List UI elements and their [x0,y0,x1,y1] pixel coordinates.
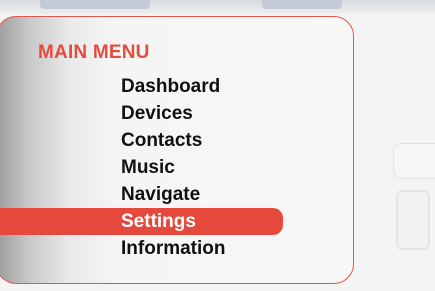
menu-item-label: Navigate [121,184,201,205]
menu-item-label: Music [121,157,175,178]
menu-item-navigate[interactable]: Navigate [0,181,300,208]
menu-title: MAIN MENU [38,42,150,63]
menu-item-music[interactable]: Music [0,154,300,181]
background-top-shape [40,0,150,9]
screen: MAIN MENU Dashboard Devices Contacts Mus… [0,0,435,291]
menu-item-label: Devices [121,103,193,124]
menu-item-contacts[interactable]: Contacts [0,127,300,154]
menu-item-devices[interactable]: Devices [0,100,300,127]
menu-item-label: Contacts [121,130,203,151]
menu-list: Dashboard Devices Contacts Music Navigat… [0,73,300,262]
menu-item-information[interactable]: Information [0,235,300,262]
background-top-bar [0,0,435,14]
menu-item-settings[interactable]: Settings [0,208,283,235]
phone-icon [396,190,430,250]
menu-item-label: Information [121,238,226,259]
menu-item-dashboard[interactable]: Dashboard [0,73,300,100]
background-top-shape [262,0,342,9]
menu-item-label: Dashboard [121,76,221,97]
menu-item-label: Settings [121,211,196,232]
background-button [393,143,435,179]
